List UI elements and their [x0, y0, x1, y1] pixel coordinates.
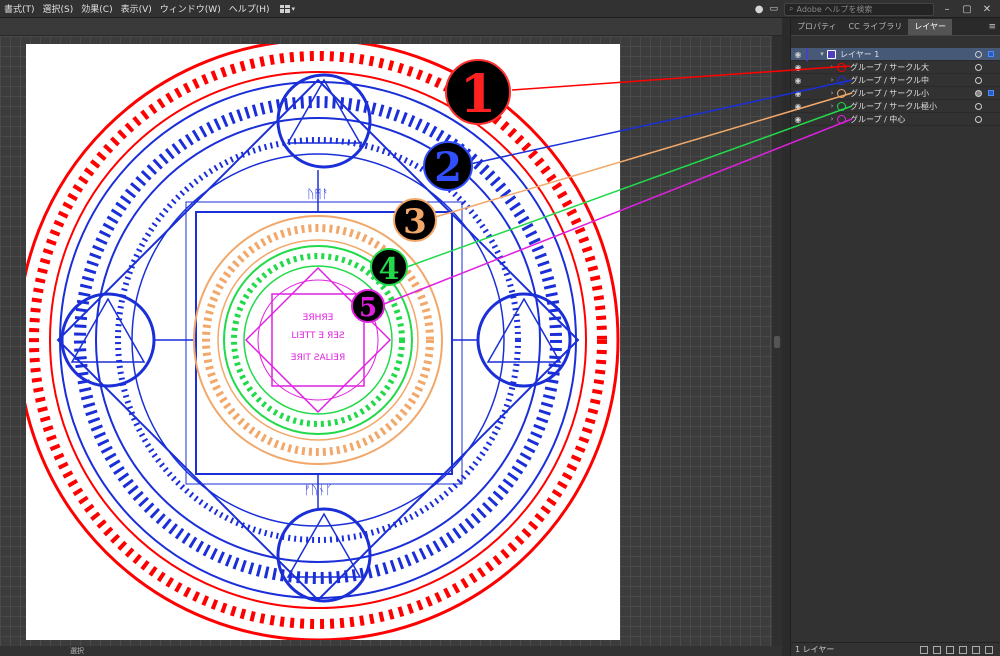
menu-type[interactable]: 書式(T)	[0, 2, 39, 15]
target-circle-icon[interactable]	[975, 89, 982, 97]
layer-row[interactable]: ◉ › グループ / 中心	[791, 113, 1000, 126]
eye-icon[interactable]: ◉	[791, 102, 805, 111]
layer-count: 1 レイヤー	[795, 645, 835, 654]
satellite-bottom	[276, 507, 372, 603]
chevron-right-icon[interactable]: ›	[827, 89, 837, 97]
target-circle-icon[interactable]	[975, 102, 982, 110]
chevron-right-icon[interactable]: ›	[827, 63, 837, 71]
chevron-right-icon[interactable]: ›	[827, 76, 837, 84]
locate-object-icon[interactable]	[933, 645, 941, 654]
status-bar: 選択	[0, 646, 782, 656]
satellite-right-tri	[486, 297, 562, 363]
layer-thumbnail	[837, 88, 846, 98]
layer-thumbnail	[837, 114, 846, 124]
center-text-1: ƎЯHЯƎ	[303, 313, 334, 323]
layer-color-bar	[806, 48, 808, 61]
layer-row[interactable]: ◉ › グループ / サークル中	[791, 74, 1000, 87]
help-search-input[interactable]: ⌕ Adobe ヘルプを検索	[784, 2, 934, 16]
satellite-left-tri	[70, 297, 146, 363]
layer-row[interactable]: ◉ › グループ / サークル大	[791, 61, 1000, 74]
menu-bar: 書式(T) 選択(S) 効果(C) 表示(V) ウィンドウ(W) ヘルプ(H) …	[0, 0, 1000, 18]
eye-icon[interactable]: ◉	[791, 76, 805, 85]
layer-row[interactable]: ◉ ▾ レイヤー 1	[791, 48, 1000, 61]
user-icon[interactable]: ●	[755, 4, 764, 15]
layer-name[interactable]: レイヤー 1	[840, 49, 879, 60]
new-layer-icon[interactable]	[972, 645, 980, 654]
target-circle-icon[interactable]	[975, 63, 982, 71]
layer-name[interactable]: グループ / 中心	[850, 114, 905, 125]
eye-icon[interactable]: ◉	[791, 50, 805, 59]
chevron-right-icon[interactable]: ›	[827, 102, 837, 110]
layer-name[interactable]: グループ / サークル大	[850, 62, 929, 73]
maximize-icon[interactable]: ▢	[960, 4, 974, 15]
chevron-down-icon: ▾	[291, 4, 296, 13]
layer-thumbnail	[837, 62, 846, 72]
rune-bottom: ᚠᚢᚾᚴ	[304, 483, 333, 497]
tab-properties[interactable]: プロパティ	[791, 19, 843, 35]
layer-thumbnail	[837, 75, 846, 85]
selection-indicator[interactable]	[988, 51, 994, 57]
magic-circle-artwork[interactable]: ᚢᛗᚨ ᚠᚢᚾᚴ ƎЯHЯƎ LIƎTT Ǝ ЯƎƧ ƎЯIT ƧALIƎЯ	[16, 38, 620, 642]
eye-icon[interactable]: ◉	[791, 63, 805, 72]
new-sublayer-icon[interactable]	[959, 645, 967, 654]
eye-icon[interactable]: ◉	[791, 89, 805, 98]
layer-name[interactable]: グループ / サークル極小	[850, 101, 937, 112]
eye-icon[interactable]: ◉	[791, 115, 805, 124]
selection-indicator[interactable]	[988, 90, 994, 96]
clipping-mask-icon[interactable]	[946, 645, 954, 654]
tab-cc-libraries[interactable]: CC ライブラリ	[843, 19, 909, 35]
workspace-switcher[interactable]: ▾	[279, 4, 296, 13]
canvas-area[interactable]: ᚢᛗᚨ ᚠᚢᚾᚴ ƎЯHЯƎ LIƎTT Ǝ ЯƎƧ ƎЯIT ƧALIƎЯ	[0, 36, 782, 646]
target-circle-icon[interactable]	[975, 115, 982, 123]
panel-menu-icon[interactable]: ≡	[988, 19, 1000, 35]
target-circle-icon[interactable]	[975, 76, 982, 84]
layer-thumbnail	[837, 101, 846, 111]
document-tab-strip	[0, 18, 782, 36]
rune-top: ᚢᛗᚨ	[307, 187, 329, 201]
panel-tabs: プロパティ CC ライブラリ レイヤー ≡	[791, 18, 1000, 36]
trash-icon[interactable]	[985, 645, 993, 654]
layer-row[interactable]: ◉ › グループ / サークル極小	[791, 100, 1000, 113]
circle-large-outer	[16, 38, 620, 642]
artboard[interactable]: ᚢᛗᚨ ᚠᚢᚾᚴ ƎЯHЯƎ LIƎTT Ǝ ЯƎƧ ƎЯIT ƧALIƎЯ	[16, 38, 620, 642]
layer-name[interactable]: グループ / サークル中	[850, 75, 929, 86]
center-text-3: ƎЯIT ƧALIƎЯ	[291, 353, 345, 363]
search-placeholder: Adobe ヘルプを検索	[796, 4, 873, 14]
export-icon[interactable]	[920, 645, 928, 654]
tab-layers[interactable]: レイヤー	[908, 19, 953, 35]
layers-panel: プロパティ CC ライブラリ レイヤー ≡ ◉ ▾ レイヤー 1 ◉ › グルー…	[790, 18, 1000, 656]
menu-window[interactable]: ウィンドウ(W)	[156, 2, 225, 15]
menu-help[interactable]: ヘルプ(H)	[225, 2, 274, 15]
status-tool: 選択	[70, 647, 84, 655]
menu-select[interactable]: 選択(S)	[39, 2, 78, 15]
chevron-right-icon[interactable]: ›	[827, 115, 837, 123]
layer-name[interactable]: グループ / サークル小	[850, 88, 929, 99]
layer-row[interactable]: ◉ › グループ / サークル小	[791, 87, 1000, 100]
panel-toggle-icon[interactable]: ▭	[769, 4, 778, 14]
center-text-2: LIƎTT Ǝ ЯƎƧ	[291, 331, 345, 341]
layer-thumbnail	[827, 49, 836, 59]
chevron-down-icon[interactable]: ▾	[817, 50, 827, 58]
scroll-thumb[interactable]	[774, 336, 780, 348]
target-circle-icon[interactable]	[975, 50, 982, 58]
menu-view[interactable]: 表示(V)	[117, 2, 156, 15]
panel-footer: 1 レイヤー	[791, 642, 1000, 656]
close-icon[interactable]: ✕	[980, 4, 994, 15]
vertical-scrollbar[interactable]	[772, 36, 782, 646]
blue-square-outer	[185, 201, 463, 485]
search-icon: ⌕	[789, 4, 794, 13]
grid-icon	[279, 4, 290, 13]
minimize-icon[interactable]: –	[940, 4, 954, 15]
menu-effect[interactable]: 効果(C)	[77, 2, 116, 15]
satellite-left	[60, 292, 156, 388]
